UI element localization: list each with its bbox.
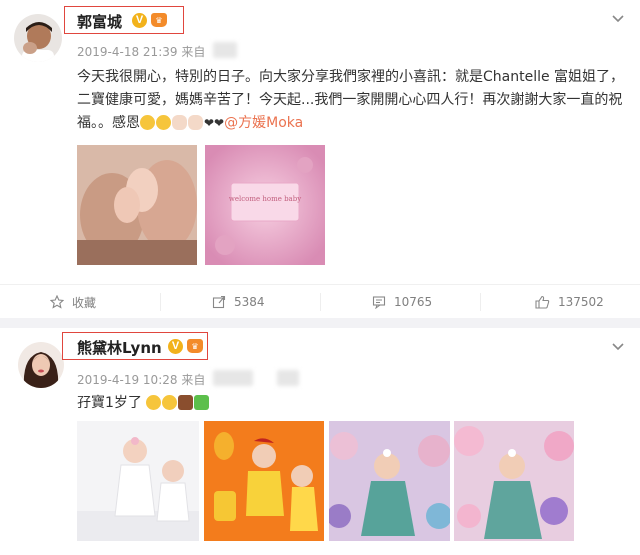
post-text: 孖寶1岁了: [77, 392, 625, 415]
baby-feet-in-hands-photo[interactable]: [77, 145, 197, 265]
weibo-post-2: 熊黛林Lynn V ♛ 2019-4-19 10:28 来自 孖寶1岁了: [0, 328, 640, 555]
face-emoji-icon: [161, 395, 177, 410]
mention-link[interactable]: @方媛Moka: [224, 115, 303, 131]
avatar[interactable]: [18, 342, 64, 388]
divider: [320, 293, 321, 311]
chevron-down-icon[interactable]: [608, 8, 628, 28]
gift-emoji-icon: [193, 395, 209, 410]
thumbs-up-icon: [535, 295, 550, 309]
repost-button[interactable]: 5384: [212, 293, 265, 311]
post-separator: [0, 318, 640, 328]
comment-icon: [372, 296, 386, 309]
comment-button[interactable]: 10765: [372, 293, 432, 311]
redacted-source: [213, 42, 237, 58]
welcome-baby-card-photo[interactable]: welcome home baby: [205, 145, 325, 265]
like-count: 137502: [558, 295, 604, 309]
weibo-post-1: 郭富城 V ♛ 2019-4-18 21:39 来自 今天我很開心，特別的日子。…: [0, 0, 640, 280]
repost-icon: [212, 295, 226, 309]
like-button[interactable]: 137502: [535, 293, 604, 311]
favorite-label: 收藏: [72, 295, 97, 310]
action-bar: 收藏 5384 10765 137502: [0, 284, 640, 318]
username[interactable]: 熊黛林Lynn: [77, 337, 162, 358]
divider: [160, 293, 161, 311]
card-caption: welcome home baby: [229, 195, 301, 203]
verified-badge-icon: V: [168, 339, 183, 354]
member-crown-icon: ♛: [151, 13, 167, 27]
avatar[interactable]: [14, 14, 62, 62]
divider: [480, 293, 481, 311]
timestamp[interactable]: 2019-4-19 10:28 来自: [77, 371, 205, 388]
timestamp[interactable]: 2019-4-18 21:39 来自: [77, 43, 205, 60]
repost-count: 5384: [234, 295, 265, 309]
favorite-button[interactable]: 收藏: [50, 293, 96, 311]
post-text: 今天我很開心，特別的日子。向大家分享我們家裡的小喜訊：就是Chantelle 富…: [77, 69, 625, 131]
baby-emoji-icon: [188, 115, 203, 130]
smile-emoji-icon: [156, 115, 171, 130]
baby-purple-balloons-photo[interactable]: [329, 421, 450, 541]
heart-emoji-icon: ❤❤: [204, 116, 225, 130]
cake-emoji-icon: [177, 395, 193, 410]
verified-badge-icon: V: [132, 13, 147, 28]
twins-orange-backdrop-photo[interactable]: [204, 421, 324, 541]
baby-emoji-icon: [172, 115, 187, 130]
star-icon: [50, 295, 64, 309]
baby-pink-balloons-photo[interactable]: [454, 421, 574, 541]
redacted-source: [213, 370, 253, 386]
twins-white-dresses-photo[interactable]: [77, 421, 199, 541]
username[interactable]: 郭富城: [77, 11, 122, 32]
smile-emoji-icon: [140, 115, 155, 130]
chevron-down-icon[interactable]: [608, 336, 628, 356]
redacted-source: [277, 370, 299, 386]
face-emoji-icon: [145, 395, 161, 410]
comment-count: 10765: [394, 295, 433, 309]
member-crown-icon: ♛: [187, 339, 203, 353]
